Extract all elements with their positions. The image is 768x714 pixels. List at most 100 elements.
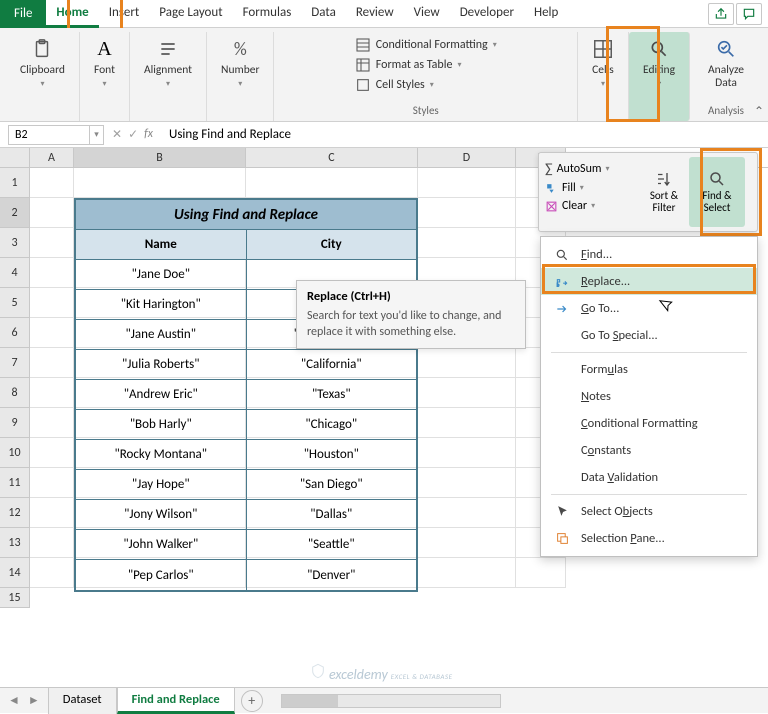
cell-name[interactable]: "Rocky Montana" <box>76 440 247 470</box>
cell-name[interactable]: "John Walker" <box>76 530 247 560</box>
menu-select-objects[interactable]: Select Objects <box>541 498 757 525</box>
cell-name[interactable]: "Jay Hope" <box>76 470 247 500</box>
row-header[interactable]: 3 <box>0 228 30 258</box>
fx-icon[interactable]: fx <box>144 127 153 142</box>
tab-developer[interactable]: Developer <box>450 0 524 28</box>
row-header[interactable]: 6 <box>0 318 30 348</box>
cell-city[interactable]: "Houston" <box>247 440 417 470</box>
tab-review[interactable]: Review <box>346 0 404 28</box>
row-header[interactable]: 7 <box>0 348 30 378</box>
cell-name[interactable]: "Jane Doe" <box>76 260 247 290</box>
menu-goto[interactable]: Go To... <box>541 295 757 322</box>
col-header-d[interactable]: D <box>418 148 516 167</box>
menu-replace[interactable]: bReplace... <box>541 268 757 295</box>
cell-name[interactable]: "Kit Harington" <box>76 290 247 320</box>
cell-city[interactable]: "San Diego" <box>247 470 417 500</box>
sort-icon <box>654 170 674 188</box>
cell-city[interactable]: "Seattle" <box>247 530 417 560</box>
group-clipboard: Clipboard ▾ <box>6 32 80 121</box>
scrollbar-thumb[interactable] <box>282 695 338 707</box>
row-header[interactable]: 13 <box>0 528 30 558</box>
menu-conditional-formatting[interactable]: Conditional Formatting <box>541 410 757 437</box>
file-tab[interactable]: File <box>0 0 46 28</box>
group-styles: Conditional Formatting ▾ Format as Table… <box>274 32 578 121</box>
cancel-icon[interactable]: ✕ <box>112 127 122 142</box>
col-header-c[interactable]: C <box>246 148 418 167</box>
editing-button[interactable]: Editing ▾ <box>637 34 681 91</box>
cell-name[interactable]: "Julia Roberts" <box>76 350 247 380</box>
cell-city[interactable]: "Chicago" <box>247 410 417 440</box>
ribbon: Clipboard ▾ A Font ▾ Alignment ▾ % Numbe… <box>0 28 768 122</box>
cell-name[interactable]: "Jane Austin" <box>76 320 247 350</box>
horizontal-scrollbar[interactable] <box>281 694 501 708</box>
find-select-button[interactable]: Find & Select <box>689 157 745 227</box>
row-header[interactable]: 1 <box>0 168 30 198</box>
cell-name[interactable]: "Jony Wilson" <box>76 500 247 530</box>
share-icon[interactable] <box>708 3 734 25</box>
row-header[interactable]: 8 <box>0 378 30 408</box>
row-header[interactable]: 12 <box>0 498 30 528</box>
table-header-city: City <box>247 230 417 260</box>
sort-filter-button[interactable]: Sort & Filter <box>639 157 689 227</box>
tab-data[interactable]: Data <box>301 0 346 28</box>
row-header[interactable]: 2 <box>0 198 30 228</box>
col-header-b[interactable]: B <box>74 148 246 167</box>
tab-view[interactable]: View <box>404 0 450 28</box>
analyze-data-button[interactable]: Analyze Data <box>698 34 754 91</box>
cell-name[interactable]: "Andrew Eric" <box>76 380 247 410</box>
sheet-tab-dataset[interactable]: Dataset <box>48 687 117 714</box>
conditional-formatting-button[interactable]: Conditional Formatting ▾ <box>353 36 499 54</box>
row-header[interactable]: 15 <box>0 588 30 608</box>
font-button[interactable]: A Font ▾ <box>88 34 121 91</box>
clipboard-button[interactable]: Clipboard ▾ <box>14 34 71 91</box>
comments-icon[interactable] <box>736 3 762 25</box>
alignment-button[interactable]: Alignment ▾ <box>138 34 198 91</box>
menu-data-validation[interactable]: Data Validation <box>541 464 757 491</box>
row-header[interactable]: 5 <box>0 288 30 318</box>
cells-button[interactable]: Cells ▾ <box>586 34 620 91</box>
new-sheet-button[interactable]: + <box>241 690 263 712</box>
tab-nav-next-icon[interactable]: ► <box>28 693 40 708</box>
autosum-button[interactable]: ∑AutoSum ▾ <box>543 159 639 178</box>
menu-goto-special[interactable]: Go To Special... <box>541 322 757 349</box>
percent-icon: % <box>234 36 247 62</box>
sheet-tab-find-replace[interactable]: Find and Replace <box>117 687 235 714</box>
find-select-menu: Find... bReplace... Go To... Go To Speci… <box>540 236 758 557</box>
group-analysis: Analyze Data Analysis <box>690 32 762 121</box>
tab-nav-prev-icon[interactable]: ◄ <box>8 693 20 708</box>
menu-constants[interactable]: Constants <box>541 437 757 464</box>
enter-icon[interactable]: ✓ <box>128 127 138 142</box>
tab-help[interactable]: Help <box>524 0 568 28</box>
number-button[interactable]: % Number ▾ <box>215 34 265 91</box>
clear-button[interactable]: Clear ▾ <box>543 198 639 214</box>
namebox-dropdown[interactable]: ▾ <box>90 125 104 145</box>
cell-city[interactable]: "California" <box>247 350 417 380</box>
arrow-right-icon <box>553 302 571 316</box>
menu-formulas[interactable]: Formulas <box>541 356 757 383</box>
cell-name[interactable]: "Bob Harly" <box>76 410 247 440</box>
formula-input[interactable]: Using Find and Replace <box>161 127 768 142</box>
fill-button[interactable]: Fill ▾ <box>543 180 639 196</box>
menu-notes[interactable]: Notes <box>541 383 757 410</box>
cell-city[interactable]: "Dallas" <box>247 500 417 530</box>
tab-formulas[interactable]: Formulas <box>233 0 302 28</box>
col-header-a[interactable]: A <box>30 148 74 167</box>
name-box[interactable]: B2 <box>8 125 90 145</box>
cell-city[interactable]: "Denver" <box>247 560 417 590</box>
tab-insert[interactable]: Insert <box>99 0 150 28</box>
row-header[interactable]: 4 <box>0 258 30 288</box>
format-as-table-button[interactable]: Format as Table ▾ <box>353 56 499 74</box>
row-header[interactable]: 10 <box>0 438 30 468</box>
menu-selection-pane[interactable]: Selection Pane... <box>541 525 757 552</box>
cell-name[interactable]: "Pep Carlos" <box>76 560 247 590</box>
select-all-corner[interactable] <box>0 148 30 167</box>
cell-styles-button[interactable]: Cell Styles ▾ <box>353 76 499 94</box>
row-header[interactable]: 9 <box>0 408 30 438</box>
row-header[interactable]: 14 <box>0 558 30 588</box>
menu-find[interactable]: Find... <box>541 241 757 268</box>
tab-home[interactable]: Home <box>46 0 98 28</box>
collapse-ribbon-icon[interactable]: ⌃ <box>754 104 764 119</box>
tab-page-layout[interactable]: Page Layout <box>149 0 232 28</box>
cell-city[interactable]: "Texas" <box>247 380 417 410</box>
row-header[interactable]: 11 <box>0 468 30 498</box>
